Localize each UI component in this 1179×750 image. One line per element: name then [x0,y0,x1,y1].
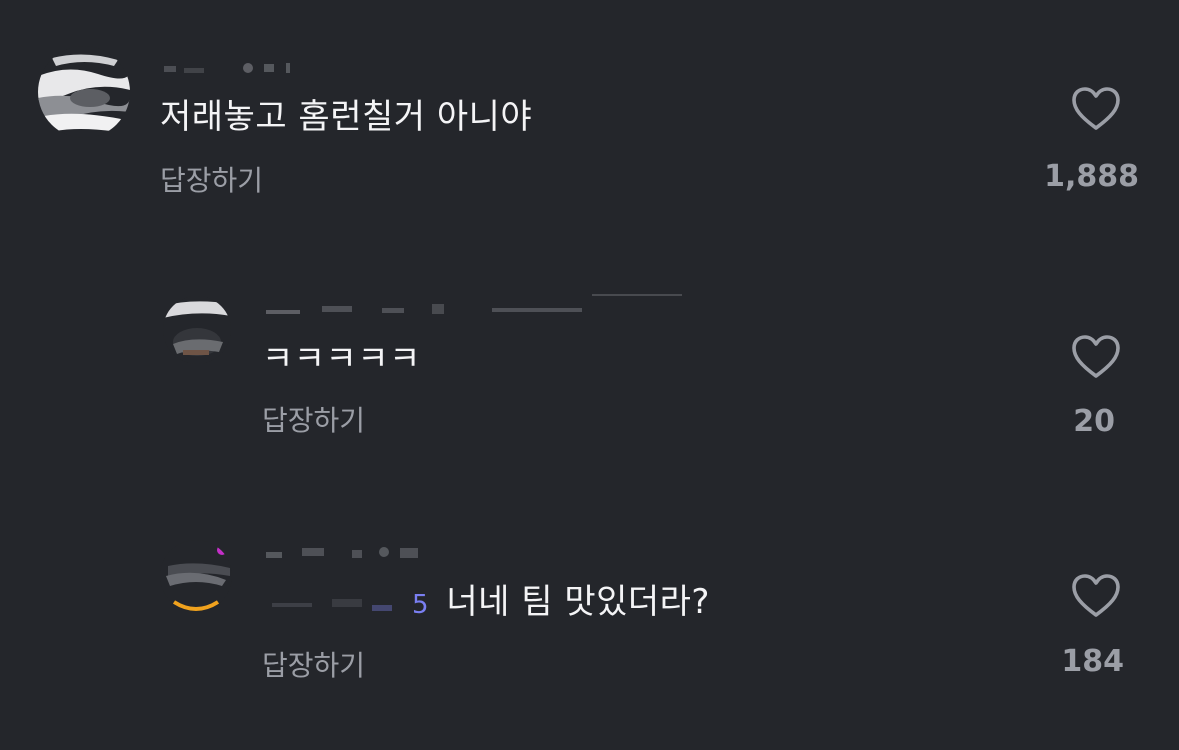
avatar[interactable] [163,296,231,364]
username-blurred[interactable] [160,48,310,78]
comment-text-row: 5 너네 팀 맛있더라? [262,580,710,627]
like-count: 184 [1061,644,1124,679]
mention-blurred[interactable] [262,589,412,619]
reply-button[interactable]: 답장하기 [160,163,263,199]
heart-outline-icon [1072,574,1120,617]
like-count: 20 [1073,404,1115,439]
like-button[interactable] [1071,334,1121,380]
like-count: 1,888 [1044,159,1139,194]
username-blurred[interactable] [262,290,692,320]
comment-text: ㅋㅋㅋㅋㅋ [262,339,421,379]
like-button[interactable] [1071,573,1121,619]
mention-tail[interactable]: 5 [412,590,429,620]
comment-text: 저래놓고 홈런칠거 아니야 [160,97,533,137]
like-button[interactable] [1071,86,1121,132]
avatar[interactable] [38,46,130,138]
avatar[interactable] [160,540,232,612]
comment-text: 너네 팀 맛있더라? [446,582,710,622]
comments-screen: 저래놓고 홈런칠거 아니야 답장하기 1,888 ㅋㅋㅋㅋㅋ 답장하기 20 5… [0,0,1179,750]
heart-outline-icon [1072,87,1120,130]
reply-button[interactable]: 답장하기 [262,403,365,439]
username-blurred[interactable] [262,534,432,564]
reply-button[interactable]: 답장하기 [262,648,365,684]
heart-outline-icon [1072,335,1120,378]
